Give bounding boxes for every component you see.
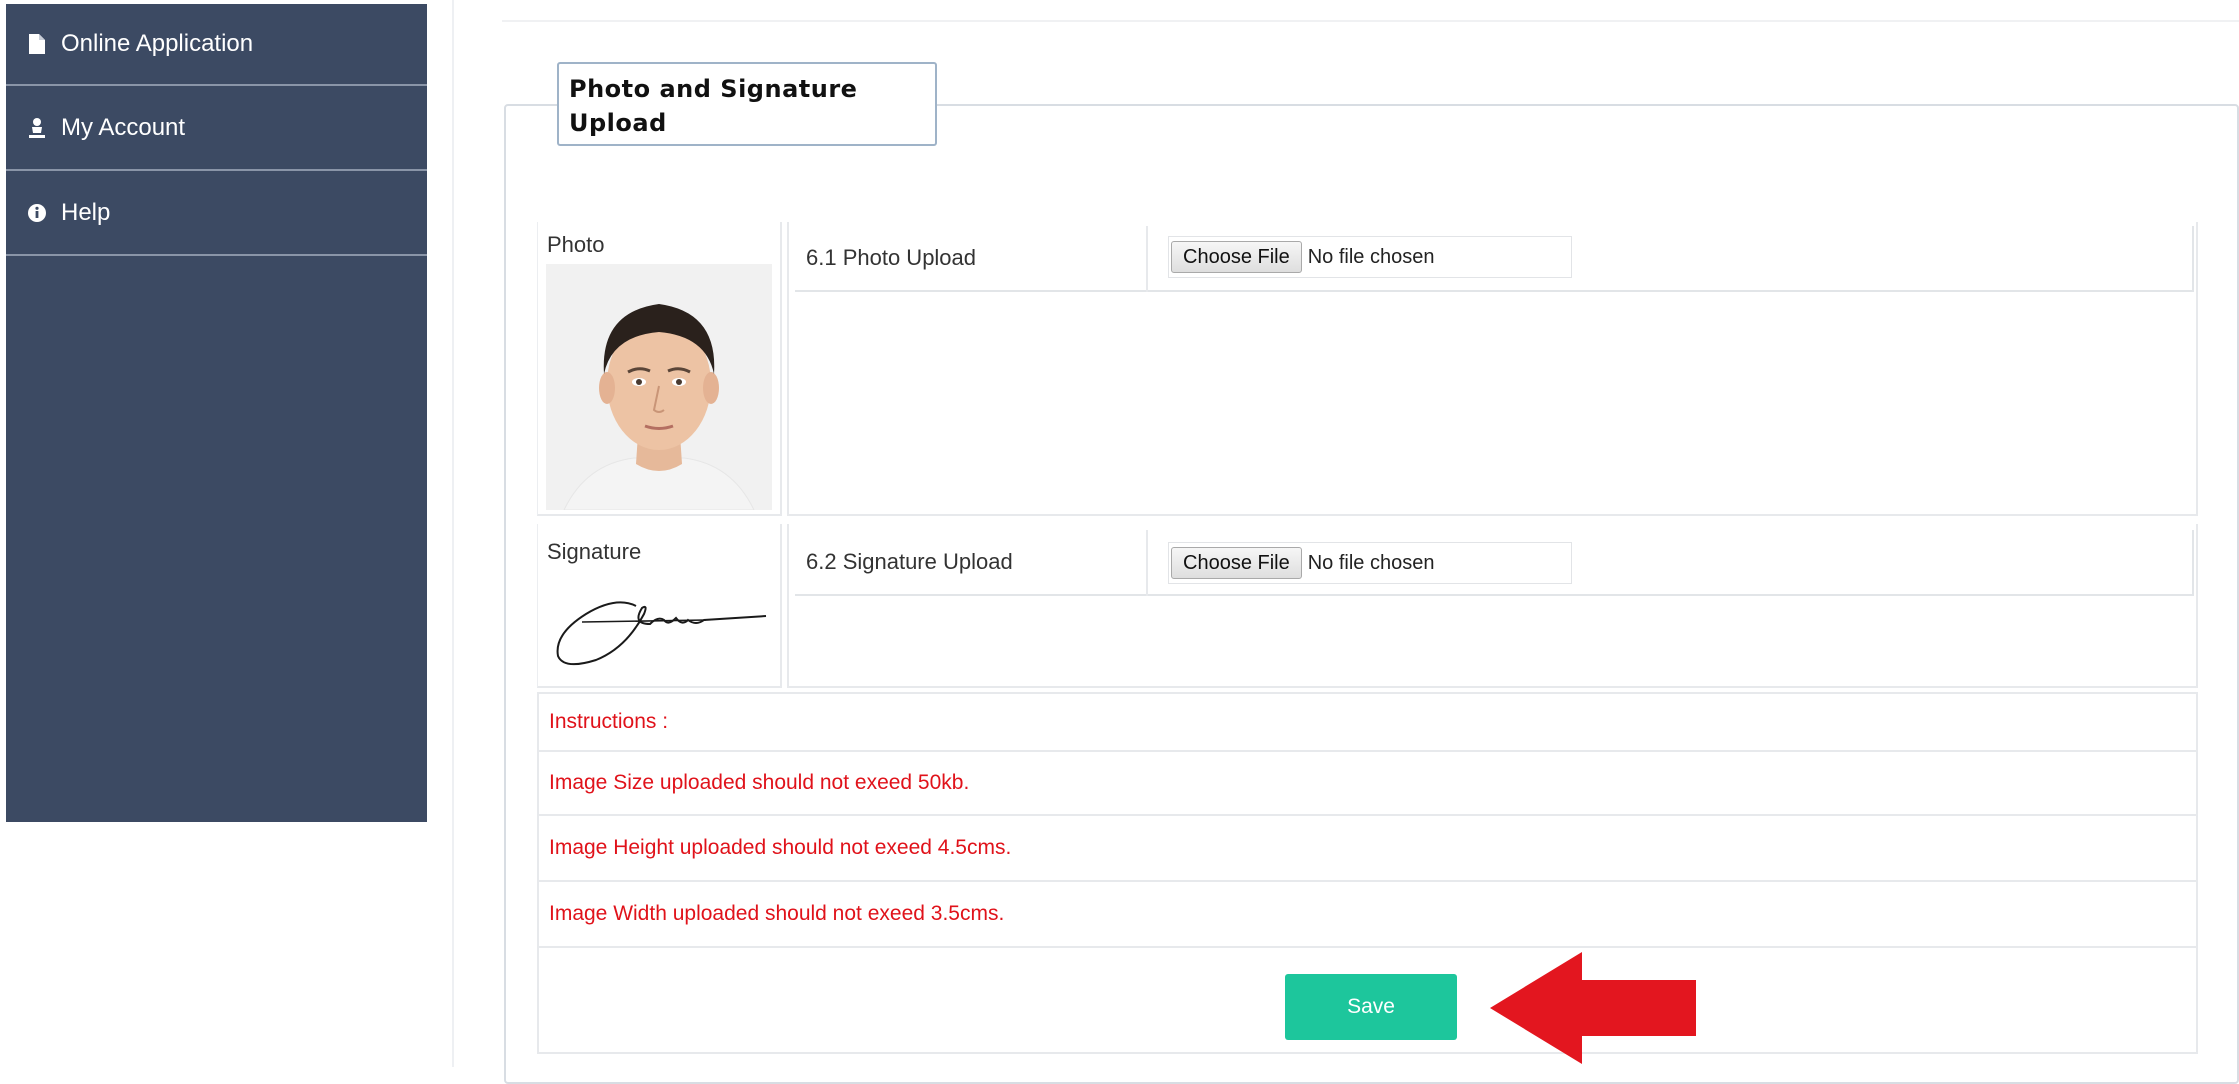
sidebar-item-online-application[interactable]: Online Application <box>6 4 427 86</box>
field-divider <box>1146 530 1148 596</box>
sidebar-item-label: Help <box>61 198 111 226</box>
sidebar-item-my-account[interactable]: My Account <box>6 86 427 171</box>
instruction-height: Image Height uploaded should not exeed 4… <box>537 816 2198 882</box>
user-icon <box>27 116 47 140</box>
photo-preview <box>546 264 772 511</box>
photo-label: Photo <box>547 232 605 257</box>
field-divider <box>1146 226 1148 292</box>
photo-upload-label: 6.1 Photo Upload <box>806 245 977 270</box>
signature-file-input[interactable]: Choose File No file chosen <box>1168 542 1572 584</box>
instruction-width: Image Width uploaded should not exeed 3.… <box>537 882 2198 948</box>
top-rule <box>502 0 2239 22</box>
signature-preview <box>546 574 772 680</box>
instruction-size: Image Size uploaded should not exeed 50k… <box>537 752 2198 816</box>
instructions-heading: Instructions : <box>537 692 2198 752</box>
panel-legend: Photo and Signature Upload <box>557 62 937 146</box>
sidebar-item-label: My Account <box>61 113 186 141</box>
signature-file-status: No file chosen <box>1307 551 1435 574</box>
signature-label: Signature <box>547 539 642 564</box>
save-button[interactable]: Save <box>1285 974 1457 1040</box>
signature-upload-label: 6.2 Signature Upload <box>806 549 1013 574</box>
info-icon <box>27 201 47 225</box>
sidebar: Online Application My Account Help <box>6 4 427 822</box>
photo-file-input[interactable]: Choose File No file chosen <box>1168 236 1572 278</box>
photo-choose-file-button[interactable]: Choose File <box>1171 241 1302 273</box>
red-arrow-icon <box>1490 952 1696 1064</box>
signature-choose-file-button[interactable]: Choose File <box>1171 547 1302 579</box>
column-divider <box>452 0 454 1067</box>
photo-file-status: No file chosen <box>1307 245 1435 268</box>
sidebar-item-label: Online Application <box>61 30 254 57</box>
sidebar-item-help[interactable]: Help <box>6 171 427 256</box>
file-icon <box>27 32 47 56</box>
